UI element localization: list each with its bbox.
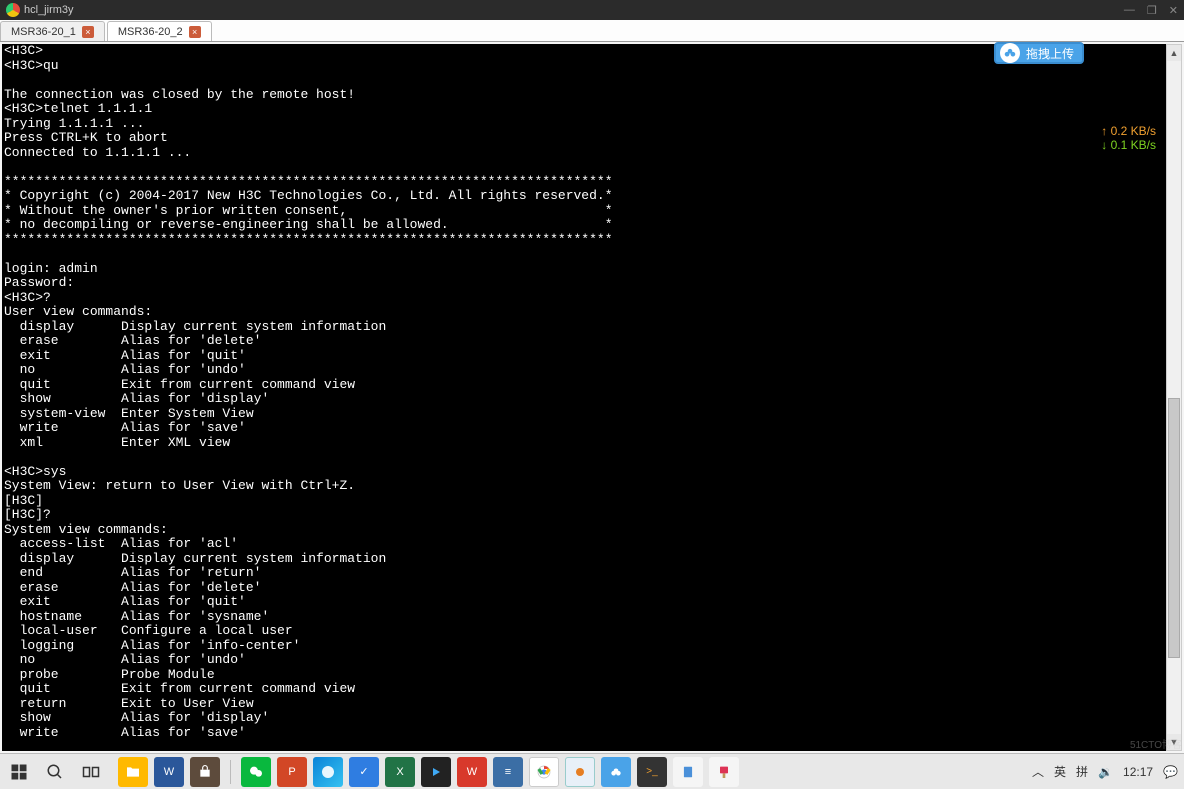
scroll-up-arrow[interactable]: ▲: [1167, 45, 1181, 61]
download-speed: ↓ 0.1 KB/s: [1101, 138, 1156, 152]
tab-session-1[interactable]: MSR36-20_1 ×: [0, 21, 105, 41]
ime-mode[interactable]: 拼: [1076, 763, 1088, 780]
terminal-container: 拖拽上传 <H3C> <H3C>qu The connection was cl…: [0, 42, 1184, 753]
cloud-upload-icon: [1000, 43, 1020, 63]
upload-button-label: 拖拽上传: [1026, 45, 1074, 62]
notifications-icon[interactable]: 💬: [1163, 765, 1178, 779]
upload-speed: ↑ 0.2 KB/s: [1101, 124, 1156, 138]
maximize-button[interactable]: ❐: [1147, 4, 1157, 17]
snip-tool-icon[interactable]: [565, 757, 595, 787]
wps-icon[interactable]: W: [457, 757, 487, 787]
search-button[interactable]: [42, 759, 68, 785]
windows-taskbar: W P ✓ X W ≡ >_ ︿ 英 拼 🔉 12:17 💬: [0, 753, 1184, 789]
chrome-icon[interactable]: [529, 757, 559, 787]
word-icon[interactable]: W: [154, 757, 184, 787]
tab-session-2[interactable]: MSR36-20_2 ×: [107, 21, 212, 41]
terminal-output[interactable]: <H3C> <H3C>qu The connection was closed …: [2, 44, 1166, 751]
minimize-button[interactable]: —: [1124, 4, 1135, 17]
notepad-icon[interactable]: [673, 757, 703, 787]
volume-icon[interactable]: 🔉: [1098, 765, 1113, 779]
media-player-icon[interactable]: [421, 757, 451, 787]
vertical-scrollbar[interactable]: ▲ ▼: [1166, 44, 1182, 751]
close-button[interactable]: ✕: [1169, 4, 1178, 17]
clock[interactable]: 12:17: [1123, 765, 1153, 779]
powerpoint-icon[interactable]: P: [277, 757, 307, 787]
taskbar-divider: [230, 760, 231, 784]
cloud-icon[interactable]: [601, 757, 631, 787]
tab-label: MSR36-20_1: [11, 26, 76, 38]
wechat-icon[interactable]: [241, 757, 271, 787]
app-icon: [6, 3, 20, 17]
scroll-thumb[interactable]: [1168, 398, 1180, 658]
ime-language[interactable]: 英: [1054, 763, 1066, 780]
terminal-app-icon[interactable]: >_: [637, 757, 667, 787]
drag-upload-button[interactable]: 拖拽上传: [994, 42, 1084, 64]
tab-bar: MSR36-20_1 × MSR36-20_2 ×: [0, 20, 1184, 42]
title-bar: hcl_jirm3y — ❐ ✕: [0, 0, 1184, 20]
window-title: hcl_jirm3y: [24, 4, 74, 16]
todo-icon[interactable]: ✓: [349, 757, 379, 787]
watermark: 51CTO博客: [1130, 736, 1182, 751]
network-stats: ↑ 0.2 KB/s ↓ 0.1 KB/s: [1101, 124, 1156, 152]
task-view-button[interactable]: [78, 759, 104, 785]
close-icon[interactable]: ×: [189, 26, 201, 38]
file-explorer-icon[interactable]: [118, 757, 148, 787]
tab-label: MSR36-20_2: [118, 26, 183, 38]
close-icon[interactable]: ×: [82, 26, 94, 38]
excel-icon[interactable]: X: [385, 757, 415, 787]
start-button[interactable]: [6, 759, 32, 785]
scroll-track[interactable]: [1167, 61, 1181, 734]
app-icon-generic[interactable]: ≡: [493, 757, 523, 787]
edge-icon[interactable]: [313, 757, 343, 787]
store-icon[interactable]: [190, 757, 220, 787]
tray-chevron-icon[interactable]: ︿: [1032, 763, 1044, 780]
paint-icon[interactable]: [709, 757, 739, 787]
